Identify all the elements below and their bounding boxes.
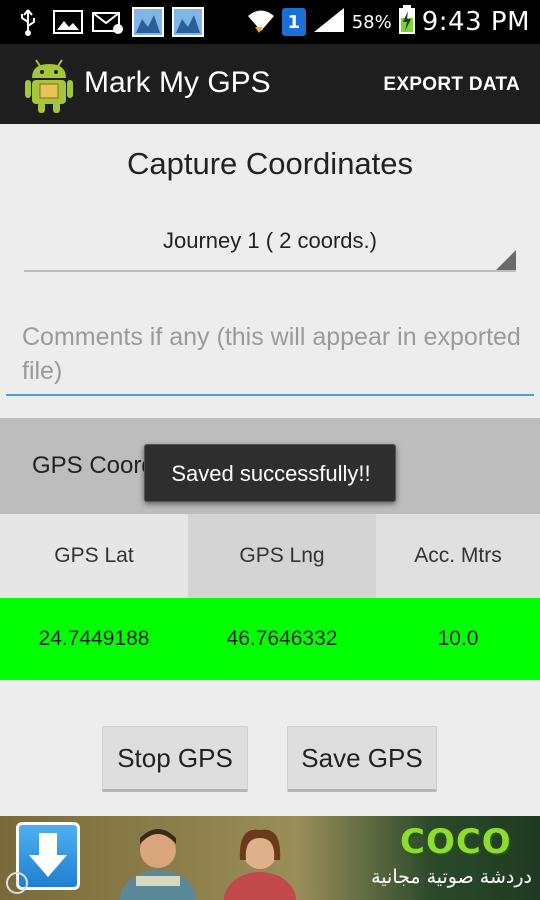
clock: 9:43 PM [421,7,530,37]
battery-percent: 58% [351,11,392,33]
image-icon [52,7,84,37]
status-bar: 1 58% 9:43 PM [0,0,540,44]
coords-table-header: GPS Lat GPS Lng Acc. Mtrs [0,514,540,598]
comments-input[interactable]: Comments if any (this will appear in exp… [6,314,534,396]
export-data-button[interactable]: EXPORT DATA [383,74,520,96]
dropdown-arrow-icon [496,250,516,270]
cell-lng: 46.7646332 [226,627,338,650]
journey-spinner[interactable]: Journey 1 ( 2 coords.) [24,220,516,272]
usb-icon [12,7,44,37]
signal-icon [312,6,346,38]
status-notification-icons [12,6,204,38]
header-gps-lat: GPS Lat [0,514,188,598]
battery-charging-icon [398,5,416,39]
screenshot-icon [132,7,164,37]
wifi-icon [246,7,276,37]
ad-person-image [118,820,198,900]
ad-banner[interactable]: COCO دردشة صوتية مجانية i [0,816,540,900]
action-bar: Mark My GPS EXPORT DATA [0,44,540,124]
table-row: 24.7449188 46.7646332 10.0 [0,598,540,680]
mail-icon [92,7,124,37]
header-gps-lng: GPS Lng [188,514,376,598]
comments-placeholder: Comments if any (this will appear in exp… [22,323,521,385]
header-accuracy: Acc. Mtrs [376,514,540,598]
page-title: Capture Coordinates [126,146,414,181]
toast-text: Saved successfully!! [171,461,371,486]
cell-lat: 24.7449188 [38,627,150,650]
save-gps-button[interactable]: Save GPS [287,726,437,792]
ad-info-icon[interactable]: i [6,872,28,894]
android-app-icon [24,54,74,114]
cell-accuracy: 10.0 [437,627,479,650]
main-content: Capture Coordinates Journey 1 ( 2 coords… [0,124,540,816]
ad-tagline: دردشة صوتية مجانية [371,866,532,888]
journey-selected-value: Journey 1 ( 2 coords.) [163,228,377,253]
stop-gps-button[interactable]: Stop GPS [102,726,248,792]
notification-count-badge: 1 [281,8,306,36]
app-title: Mark My GPS [84,66,271,99]
status-system-icons: 1 58% 9:43 PM [246,0,530,44]
screenshot-icon [172,7,204,37]
ad-brand-logo: COCO [400,822,512,862]
toast-message: Saved successfully!! [144,444,396,502]
ad-person-image [220,820,300,900]
